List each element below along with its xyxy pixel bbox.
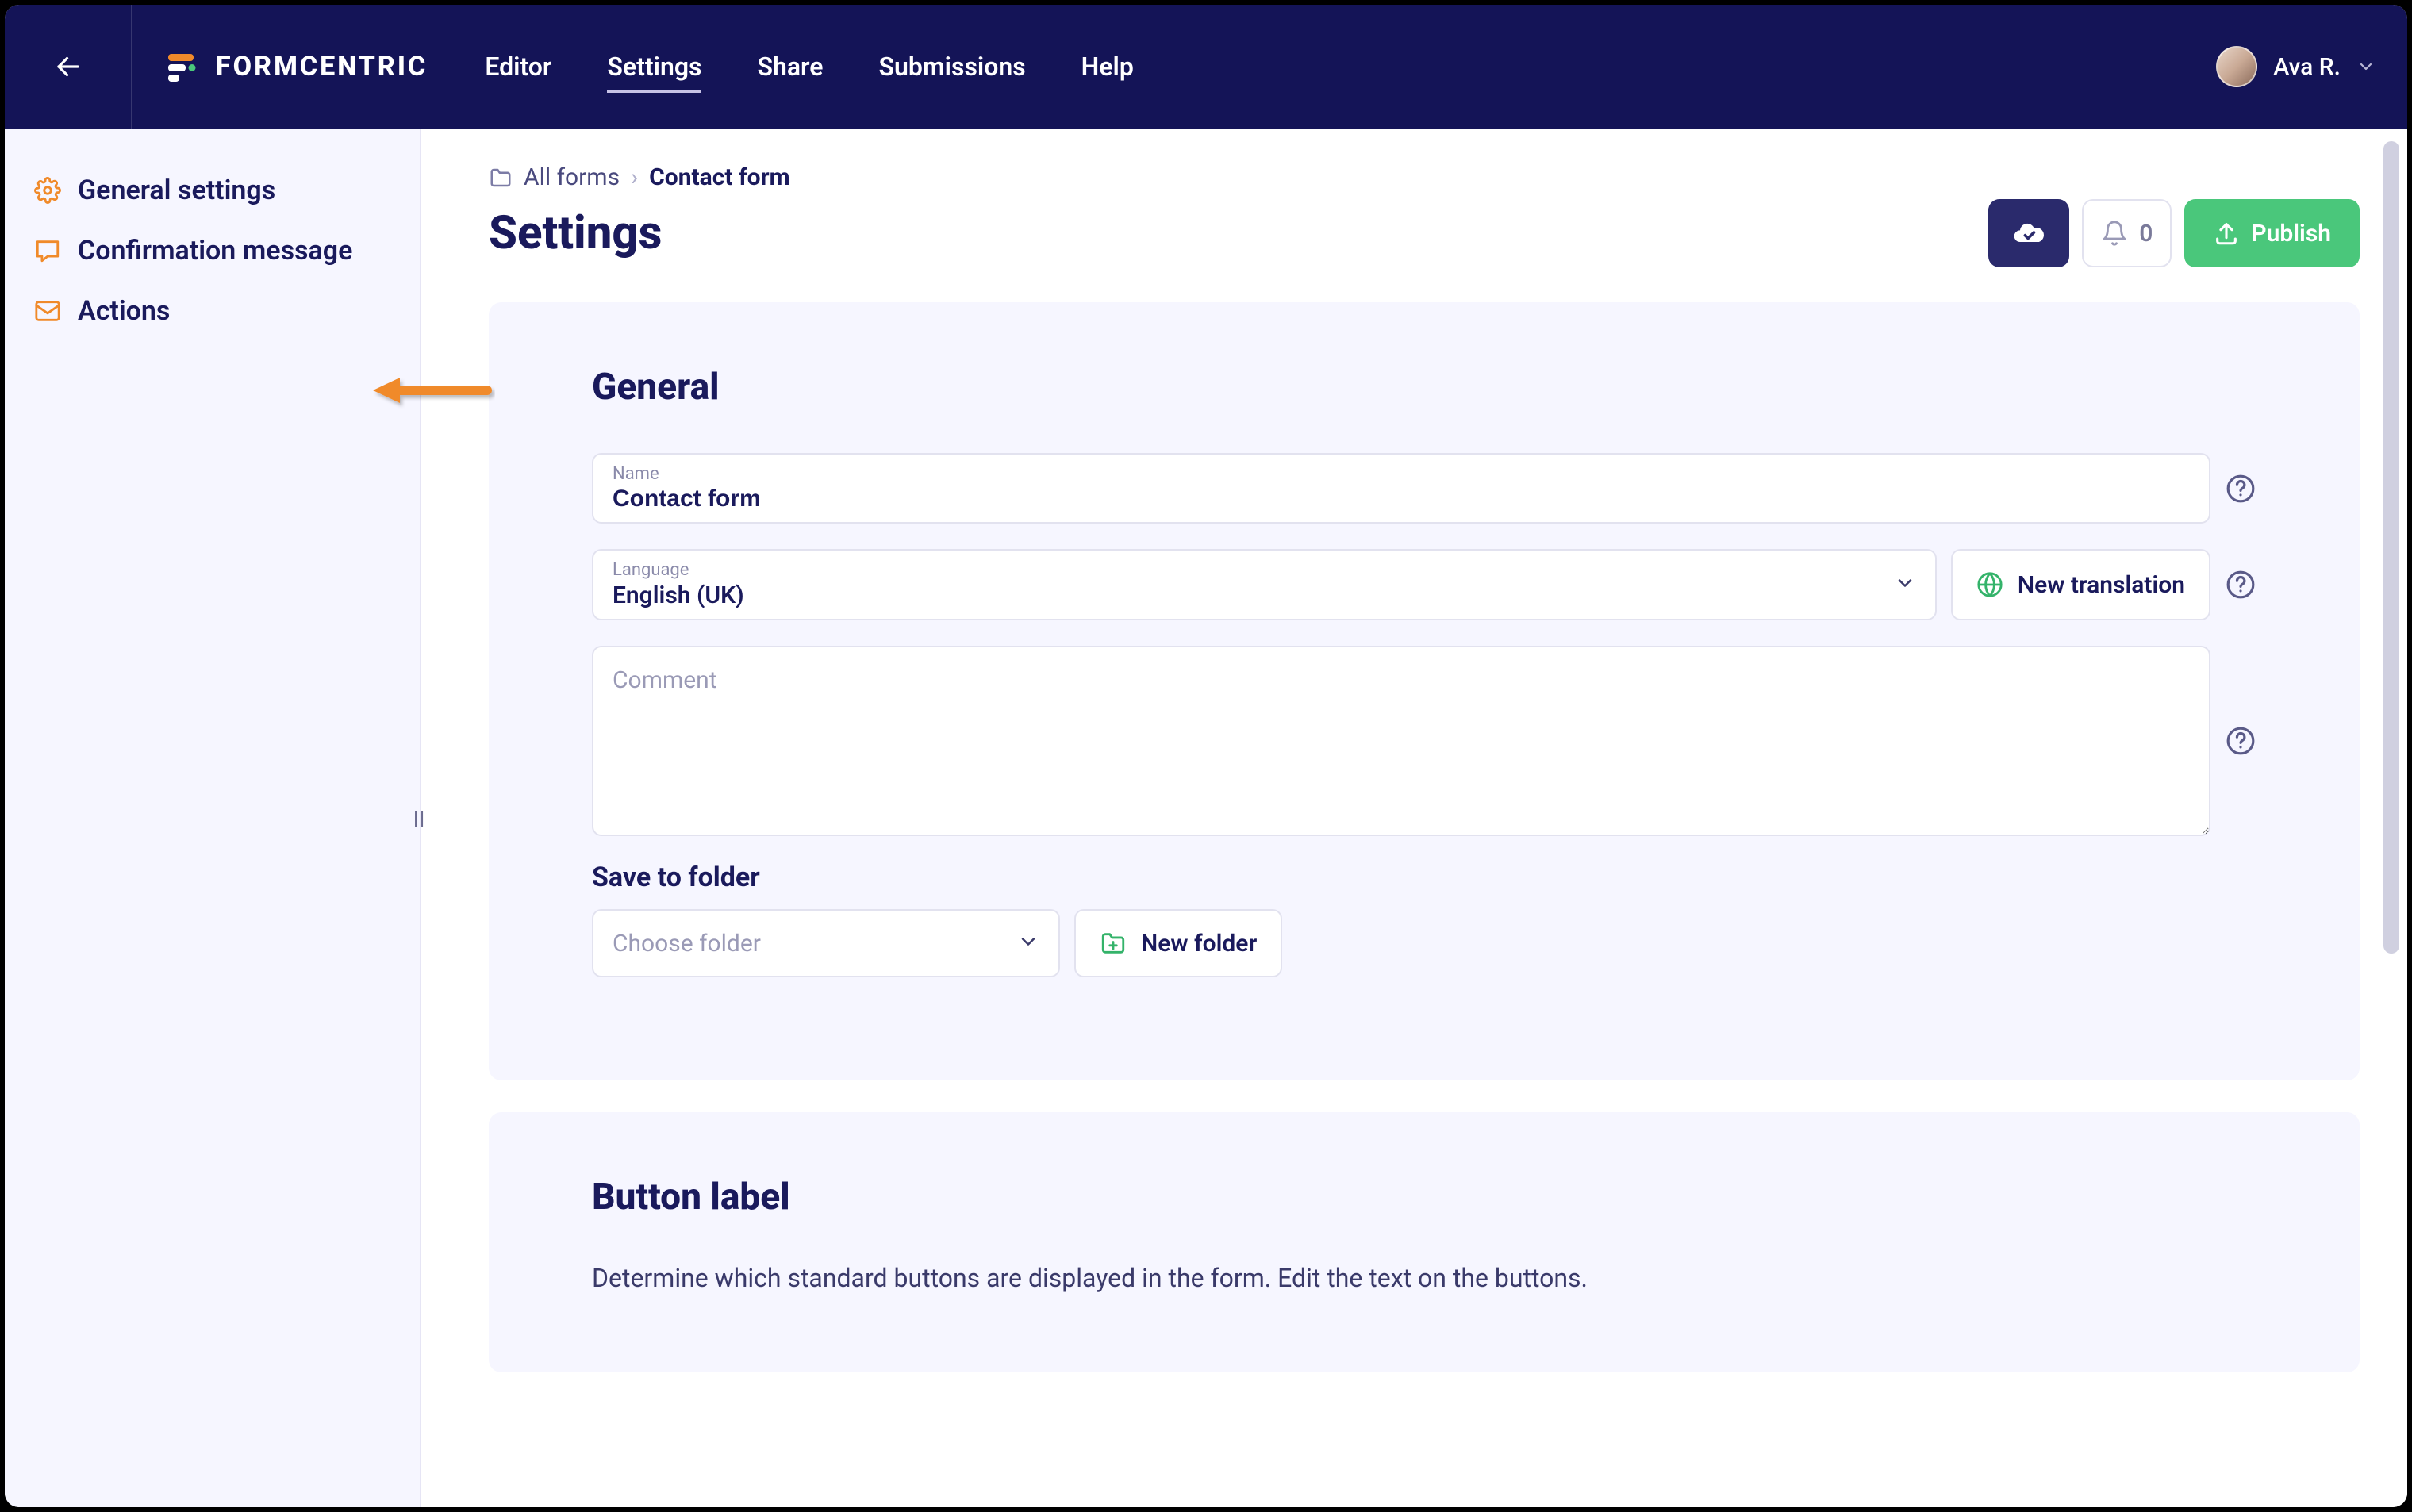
logo[interactable]: FORMCENTRIC xyxy=(132,51,469,83)
back-button[interactable] xyxy=(5,5,132,129)
upload-icon xyxy=(2213,220,2240,247)
language-field-label: Language xyxy=(613,560,1916,580)
new-folder-button[interactable]: New folder xyxy=(1074,909,1282,977)
language-value: English (UK) xyxy=(613,581,1916,609)
app-header: FORMCENTRIC Editor Settings Share Submis… xyxy=(5,5,2407,129)
main-content: All forms › Contact form Settings 0 xyxy=(421,129,2407,1507)
help-icon[interactable] xyxy=(2225,569,2256,601)
notification-button[interactable]: 0 xyxy=(2082,199,2172,267)
folder-plus-icon xyxy=(1100,930,1127,957)
title-actions: 0 Publish xyxy=(1988,199,2360,267)
new-translation-button[interactable]: New translation xyxy=(1951,549,2210,620)
user-name-label: Ava R. xyxy=(2273,53,2341,81)
notification-count: 0 xyxy=(2139,220,2153,248)
chevron-down-icon xyxy=(2356,57,2376,76)
cloud-check-icon xyxy=(2011,216,2046,251)
page-title: Settings xyxy=(489,206,1988,260)
button-label-card-description: Determine which standard buttons are dis… xyxy=(592,1263,2256,1293)
chevron-down-icon xyxy=(1894,572,1916,597)
sidebar-item-general-settings[interactable]: General settings xyxy=(5,160,420,221)
logo-text: FORMCENTRIC xyxy=(216,51,428,83)
nav-share[interactable]: Share xyxy=(757,45,823,88)
sidebar-item-actions[interactable]: Actions xyxy=(5,281,420,341)
arrow-left-icon xyxy=(54,52,83,81)
settings-sidebar: General settings Confirmation message Ac… xyxy=(5,129,421,1507)
sidebar-collapse-handle[interactable]: || xyxy=(405,802,434,834)
comment-textarea[interactable] xyxy=(592,646,2210,836)
bell-icon xyxy=(2101,220,2128,247)
name-input[interactable] xyxy=(613,485,2190,512)
help-icon[interactable] xyxy=(2225,473,2256,505)
folder-select[interactable]: Choose folder xyxy=(592,909,1060,977)
mail-icon xyxy=(33,297,62,325)
sidebar-item-confirmation-message[interactable]: Confirmation message xyxy=(5,221,420,281)
general-card: General Name Language English (UK) xyxy=(489,302,2360,1080)
name-field-label: Name xyxy=(613,464,2190,484)
sidebar-item-label: General settings xyxy=(78,175,275,206)
general-card-title: General xyxy=(592,366,2256,409)
comment-icon xyxy=(33,236,62,265)
breadcrumb-current[interactable]: Contact form xyxy=(649,163,789,191)
globe-icon xyxy=(1976,571,2003,598)
chevron-down-icon xyxy=(1017,931,1039,956)
folder-icon xyxy=(489,166,513,190)
publish-button[interactable]: Publish xyxy=(2184,199,2360,267)
publish-label: Publish xyxy=(2251,220,2331,248)
avatar xyxy=(2216,46,2257,87)
nav-help[interactable]: Help xyxy=(1081,45,1134,88)
nav-settings[interactable]: Settings xyxy=(607,45,701,88)
breadcrumb: All forms › Contact form xyxy=(489,163,2360,191)
gear-icon xyxy=(33,176,62,205)
user-menu[interactable]: Ava R. xyxy=(2216,46,2376,87)
scrollbar-thumb[interactable] xyxy=(2383,141,2399,954)
folder-select-placeholder: Choose folder xyxy=(613,930,761,957)
save-to-folder-label: Save to folder xyxy=(592,862,2256,893)
nav-submissions[interactable]: Submissions xyxy=(878,45,1025,88)
main-nav: Editor Settings Share Submissions Help xyxy=(485,45,1134,88)
header-left: FORMCENTRIC Editor Settings Share Submis… xyxy=(5,5,1134,129)
sidebar-item-label: Confirmation message xyxy=(78,235,352,267)
sidebar-item-label: Actions xyxy=(78,295,170,327)
button-label-card-title: Button label xyxy=(592,1176,2256,1218)
cloud-save-button[interactable] xyxy=(1988,199,2069,267)
button-label-card: Button label Determine which standard bu… xyxy=(489,1112,2360,1372)
breadcrumb-all-forms[interactable]: All forms xyxy=(524,163,620,191)
language-select[interactable]: Language English (UK) xyxy=(592,549,1937,620)
breadcrumb-separator: › xyxy=(631,163,638,191)
help-icon[interactable] xyxy=(2225,725,2256,757)
name-field[interactable]: Name xyxy=(592,453,2210,524)
logo-mark-icon xyxy=(167,51,198,83)
scrollbar[interactable] xyxy=(2383,141,2399,1495)
new-folder-label: New folder xyxy=(1141,930,1257,957)
new-translation-label: New translation xyxy=(2018,571,2185,599)
nav-editor[interactable]: Editor xyxy=(485,45,551,88)
title-row: Settings 0 Publish xyxy=(489,199,2360,267)
